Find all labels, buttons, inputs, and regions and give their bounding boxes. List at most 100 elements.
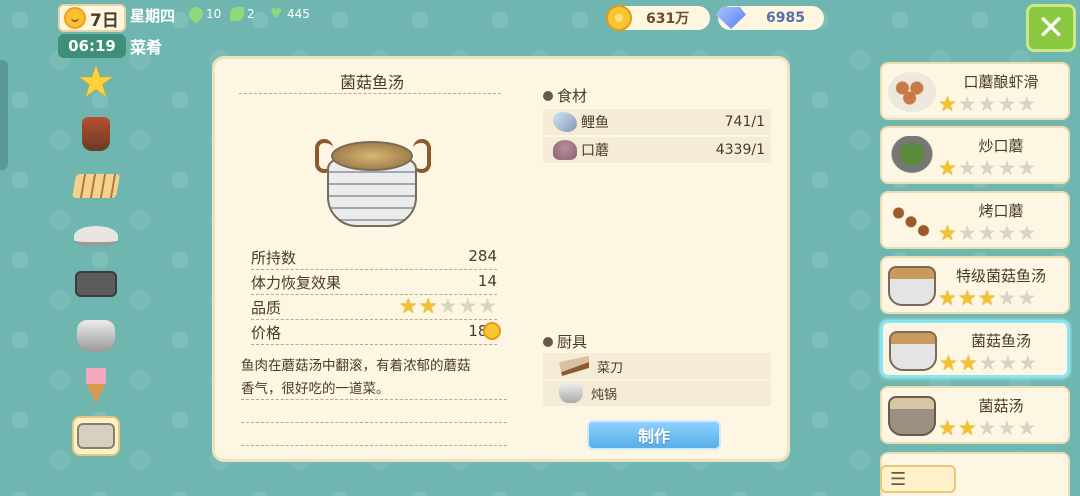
star-empty-icon: ★ bbox=[997, 416, 1017, 440]
rolls-icon bbox=[71, 174, 121, 198]
star-empty-icon: ★ bbox=[997, 286, 1017, 310]
gold-currency[interactable]: 631万 bbox=[606, 5, 710, 31]
star-filled-icon: ★ bbox=[938, 286, 957, 310]
stamina-row: 体力恢复效果 14 bbox=[251, 270, 497, 295]
sprout-stat: 2 bbox=[230, 7, 255, 21]
stamina-value: 14 bbox=[477, 272, 497, 290]
list-icon: ☰ bbox=[890, 468, 907, 490]
star-empty-icon: ★ bbox=[438, 294, 458, 318]
star-empty-icon: ★ bbox=[977, 416, 997, 440]
star-filled-icon: ★ bbox=[418, 294, 438, 318]
recipe-card[interactable]: 口蘑酿虾滑 ★ ★ ★ ★ ★ bbox=[880, 62, 1070, 120]
star-empty-icon: ★ bbox=[977, 92, 997, 116]
shrimp-mushroom-dish-icon bbox=[888, 72, 936, 112]
star-empty-icon: ★ bbox=[997, 92, 1017, 116]
ingredients-header: 食材 bbox=[543, 85, 587, 106]
star-empty-icon: ★ bbox=[957, 92, 977, 116]
star-empty-icon: ★ bbox=[977, 156, 997, 180]
tool-row[interactable]: 菜刀 bbox=[543, 353, 771, 379]
premium-soup-pot-icon bbox=[888, 266, 936, 306]
mushroom-fish-soup-icon bbox=[889, 331, 937, 371]
skewer-dish-icon bbox=[888, 201, 936, 241]
gold-coin-icon bbox=[606, 5, 632, 31]
sprout-icon bbox=[230, 7, 244, 21]
star-empty-icon: ★ bbox=[1018, 351, 1038, 375]
side-edge-tab[interactable] bbox=[0, 60, 8, 170]
recipe-card[interactable]: 特级菌菇鱼汤 ★ ★ ★ ★ ★ bbox=[880, 256, 1070, 314]
tools-header: 厨具 bbox=[543, 331, 587, 352]
recipe-card-selected[interactable]: 菌菇鱼汤 ★ ★ ★ ★ ★ bbox=[880, 320, 1070, 378]
title-divider bbox=[239, 93, 501, 94]
recipe-stars: ★ ★ ★ ★ ★ bbox=[938, 288, 1036, 309]
dish-stats: 所持数 284 体力恢复效果 14 品质 ★★★★★ 价格 180 bbox=[251, 245, 501, 345]
star-empty-icon: ★ bbox=[1017, 416, 1037, 440]
star-empty-icon: ★ bbox=[998, 351, 1018, 375]
star-empty-icon: ★ bbox=[997, 221, 1017, 245]
category-drinks[interactable] bbox=[72, 114, 120, 154]
stew-pot-icon bbox=[559, 383, 583, 403]
star-empty-icon: ★ bbox=[978, 351, 998, 375]
sun-icon bbox=[64, 7, 86, 29]
list-toggle-button[interactable]: ☰ bbox=[880, 465, 956, 493]
weekday-text: 星期四 bbox=[130, 7, 176, 25]
star-filled-icon: ★ bbox=[398, 294, 418, 318]
recipe-card[interactable]: 烤口蘑 ★ ★ ★ ★ ★ bbox=[880, 191, 1070, 249]
category-pots[interactable] bbox=[72, 316, 120, 356]
coin-icon bbox=[483, 322, 501, 340]
description-lines bbox=[241, 377, 507, 446]
quality-row: 品质 ★ ★ ★ ★ ★ bbox=[251, 294, 497, 320]
diamond-currency[interactable]: 6985 bbox=[716, 6, 824, 30]
price-row: 价格 180 bbox=[251, 320, 501, 345]
ingredient-row[interactable]: 口蘑 4339/1 bbox=[543, 137, 771, 163]
category-dishes[interactable] bbox=[72, 216, 120, 256]
category-grill[interactable] bbox=[72, 264, 120, 304]
recipe-stars: ★ ★ ★ ★ ★ bbox=[938, 223, 1036, 244]
quality-stars: ★ ★ ★ ★ ★ bbox=[399, 296, 497, 317]
star-empty-icon: ★ bbox=[957, 156, 977, 180]
star-empty-icon: ★ bbox=[997, 156, 1017, 180]
heart-stat: ♥ 445 bbox=[270, 6, 310, 22]
category-desserts[interactable] bbox=[72, 366, 120, 406]
category-favorites[interactable]: ★ bbox=[72, 57, 120, 106]
knife-icon bbox=[559, 356, 589, 376]
recipe-card[interactable]: 菌菇汤 ★ ★ ★ ★ ★ bbox=[880, 386, 1070, 444]
tool-row[interactable]: 炖锅 bbox=[543, 380, 771, 406]
star-empty-icon: ★ bbox=[1017, 286, 1037, 310]
water-stat: 10 bbox=[186, 4, 221, 24]
water-drop-icon bbox=[186, 4, 206, 24]
ingredient-row[interactable]: 鲤鱼 741/1 bbox=[543, 109, 771, 135]
star-empty-icon: ★ bbox=[1017, 156, 1037, 180]
recipe-stars: ★ ★ ★ ★ ★ bbox=[938, 418, 1036, 439]
ice-cream-icon bbox=[86, 368, 106, 404]
day-text: 7日 bbox=[90, 10, 119, 31]
recipe-card[interactable]: 炒口蘑 ★ ★ ★ ★ ★ bbox=[880, 126, 1070, 184]
mushroom-soup-icon bbox=[888, 396, 936, 436]
cup-icon bbox=[82, 117, 110, 151]
star-empty-icon: ★ bbox=[1017, 92, 1037, 116]
category-soups-selected[interactable] bbox=[72, 416, 120, 456]
gold-amount: 631万 bbox=[646, 11, 690, 27]
heart-icon: ♥ bbox=[270, 6, 283, 22]
recipe-list[interactable]: 口蘑酿虾滑 ★ ★ ★ ★ ★ 炒口蘑 ★ ★ ★ ★ ★ 烤口蘑 ★ ★ ★ ★ ★ 特级菌菇鱼汤 ★… bbox=[878, 60, 1072, 496]
star-filled-icon: ★ bbox=[938, 156, 957, 180]
make-button[interactable]: 制作 bbox=[587, 420, 721, 450]
bullet-icon bbox=[543, 336, 553, 347]
star-filled-icon: ★ bbox=[938, 416, 957, 440]
mushroom-icon bbox=[553, 140, 577, 160]
day-badge: 7日 bbox=[58, 4, 126, 32]
close-icon: ✕ bbox=[1036, 8, 1066, 48]
dish-detail-panel: 菌菇鱼汤 所持数 284 体力恢复效果 14 品质 ★★★★★ 价格 180 bbox=[212, 56, 790, 462]
star-filled-icon: ★ bbox=[957, 416, 977, 440]
diamond-amount: 6985 bbox=[766, 10, 805, 26]
star-empty-icon: ★ bbox=[977, 221, 997, 245]
star-empty-icon: ★ bbox=[957, 221, 977, 245]
diamond-icon bbox=[716, 7, 746, 29]
recipe-stars: ★ ★ ★ ★ ★ bbox=[938, 158, 1036, 179]
star-icon: ★ bbox=[77, 57, 115, 106]
close-button[interactable]: ✕ bbox=[1026, 4, 1076, 52]
dish-title: 菌菇鱼汤 bbox=[339, 73, 404, 92]
category-rolls[interactable] bbox=[71, 166, 121, 206]
stir-fry-dish-icon bbox=[888, 136, 936, 176]
star-filled-icon: ★ bbox=[938, 221, 957, 245]
dish-image bbox=[313, 129, 433, 229]
